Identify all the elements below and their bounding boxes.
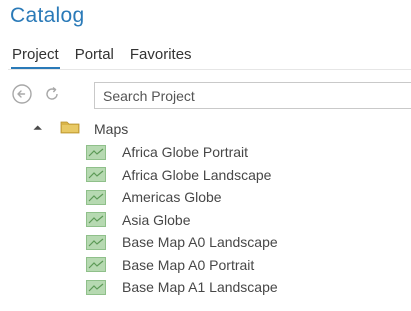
tab-portal-label: Portal [74, 46, 114, 63]
map-item-label: Base Map A1 Landscape [122, 279, 278, 296]
tree-item-map[interactable]: Base Map A1 Landscape [86, 276, 278, 299]
catalog-pane: Catalog Project Portal Favorites Search … [0, 0, 411, 311]
tree-node-maps[interactable]: Maps [30, 117, 128, 141]
tab-favorites[interactable]: Favorites [130, 46, 192, 69]
tab-project-label: Project [12, 46, 59, 63]
map-icon [86, 189, 106, 205]
back-arrow-icon [12, 84, 32, 104]
map-item-label: Africa Globe Portrait [122, 144, 249, 161]
maps-items: Africa Globe Portrait Africa Globe Lands… [86, 141, 278, 299]
map-icon [86, 257, 106, 273]
search-input[interactable] [95, 83, 411, 108]
folder-icon [60, 120, 80, 139]
map-item-label: Americas Globe [122, 189, 222, 206]
tree-item-map[interactable]: Africa Globe Portrait [86, 141, 278, 164]
tree-item-map[interactable]: Base Map A0 Landscape [86, 231, 278, 254]
refresh-icon [46, 86, 58, 100]
maps-folder-label: Maps [94, 121, 129, 137]
tab-favorites-label: Favorites [129, 46, 192, 63]
map-item-label: Asia Globe [122, 211, 191, 228]
tree-item-map[interactable]: Africa Globe Landscape [86, 164, 278, 187]
tree-item-map[interactable]: Americas Globe [86, 186, 278, 209]
catalog-tabs: Project Portal Favorites [11, 46, 192, 69]
map-item-label: Africa Globe Landscape [122, 166, 272, 183]
tree-item-map[interactable]: Base Map A0 Portrait [86, 254, 278, 277]
back-button[interactable] [10, 82, 34, 106]
catalog-toolbar [10, 80, 70, 108]
map-icon [86, 212, 106, 228]
tab-divider [8, 69, 411, 70]
map-item-label: Base Map A0 Landscape [122, 234, 278, 251]
map-icon [86, 279, 106, 295]
tree-item-map[interactable]: Asia Globe [86, 209, 278, 232]
search-box [94, 82, 411, 109]
tab-project[interactable]: Project [11, 46, 60, 69]
map-icon [86, 144, 106, 160]
pane-title: Catalog [10, 4, 85, 27]
refresh-button[interactable] [40, 82, 64, 106]
map-icon [86, 167, 106, 183]
tab-portal[interactable]: Portal [75, 46, 114, 69]
map-icon [86, 234, 106, 250]
chevron-down-icon [33, 125, 42, 130]
expand-toggle[interactable] [30, 122, 44, 136]
map-item-label: Base Map A0 Portrait [122, 256, 255, 273]
